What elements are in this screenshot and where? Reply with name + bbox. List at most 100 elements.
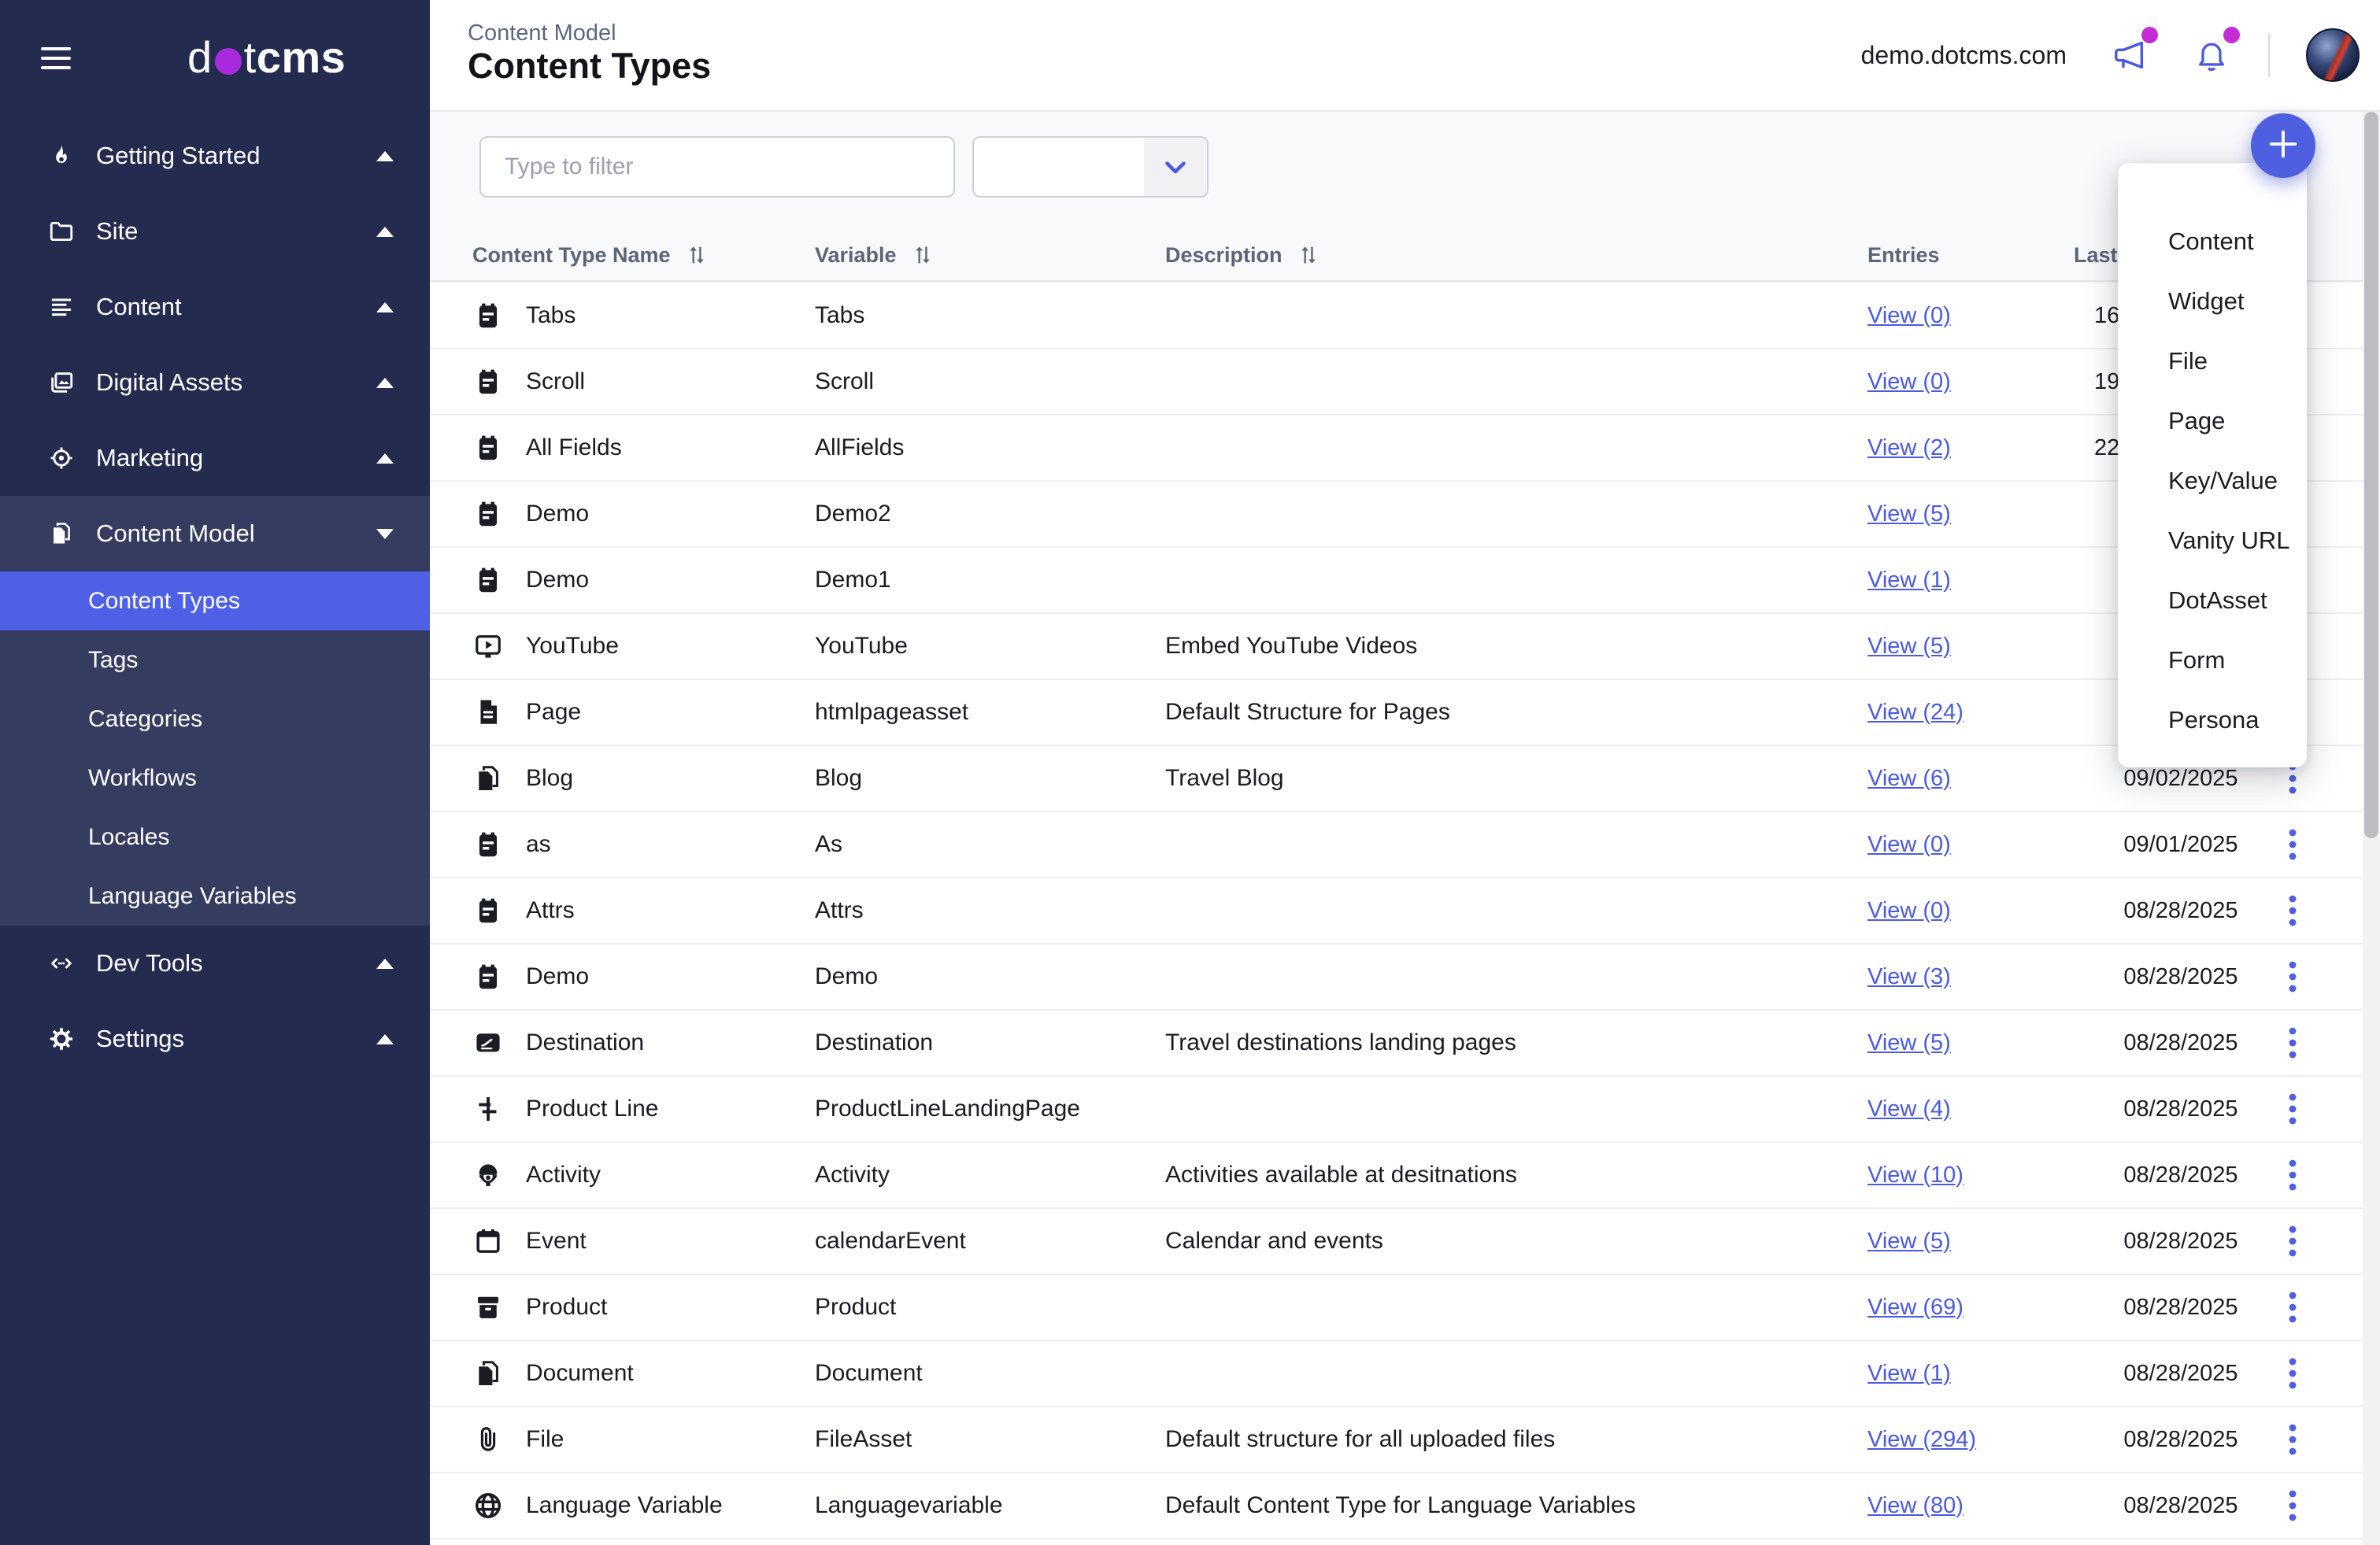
view-entries-link[interactable]: View (5): [1867, 1030, 1951, 1055]
sidebar-item-tags[interactable]: Tags: [0, 630, 430, 689]
create-menu-item-file[interactable]: File: [2118, 331, 2307, 391]
sidebar-item-workflows[interactable]: Workflows: [0, 748, 430, 808]
current-site-label[interactable]: demo.dotcms.com: [1861, 41, 2067, 70]
sidebar-item-marketing[interactable]: Marketing: [0, 420, 430, 496]
table-row[interactable]: Category Filter CategoryFilter View (1) …: [430, 1539, 2380, 1545]
table-row[interactable]: File FileAsset Default structure for all…: [430, 1407, 2380, 1473]
sidebar-item-language-variables[interactable]: Language Variables: [0, 867, 430, 926]
row-actions-kebab-icon[interactable]: [2267, 1356, 2318, 1391]
create-menu-item-widget[interactable]: Widget: [2118, 272, 2307, 331]
table-row[interactable]: Product Product View (69) 08/28/2025: [430, 1275, 2380, 1341]
create-menu-item-page[interactable]: Page: [2118, 391, 2307, 451]
account-bar: demo.dotcms.com: [1861, 0, 2360, 110]
sidebar-item-label: Settings: [96, 1025, 376, 1053]
table-row[interactable]: Product Line ProductLineLandingPage View…: [430, 1077, 2380, 1143]
view-entries-link[interactable]: View (0): [1867, 369, 1951, 394]
create-menu-item-vanity-url[interactable]: Vanity URL: [2118, 511, 2307, 571]
table-row[interactable]: Event calendarEvent Calendar and events …: [430, 1209, 2380, 1275]
table-row[interactable]: Attrs Attrs View (0) 08/28/2025: [430, 878, 2380, 944]
create-menu-item-persona[interactable]: Persona: [2118, 690, 2307, 750]
table-row[interactable]: Language Variable Languagevariable Defau…: [430, 1473, 2380, 1539]
sidebar-item-content[interactable]: Content: [0, 269, 430, 345]
view-entries-link[interactable]: View (80): [1867, 1493, 1964, 1518]
row-actions-kebab-icon[interactable]: [2267, 827, 2318, 862]
sidebar-item-content-model[interactable]: Content Model: [0, 496, 430, 571]
view-entries-link[interactable]: View (1): [1867, 567, 1951, 593]
content-type-name: Language Variable: [526, 1492, 815, 1519]
create-menu-item-key-value[interactable]: Key/Value: [2118, 451, 2307, 511]
create-menu-item-form[interactable]: Form: [2118, 630, 2307, 690]
table-row[interactable]: Scroll Scroll View (0) 19: [430, 349, 2380, 416]
view-entries-link[interactable]: View (6): [1867, 766, 1951, 791]
sidebar-item-getting-started[interactable]: Getting Started: [0, 118, 430, 194]
table-row[interactable]: Demo Demo2 View (5): [430, 482, 2380, 548]
table-row[interactable]: Demo Demo View (3) 08/28/2025: [430, 944, 2380, 1011]
menu-toggle-icon[interactable]: [41, 47, 71, 69]
view-entries-link[interactable]: View (0): [1867, 303, 1951, 328]
column-header-description[interactable]: Description: [1165, 243, 1867, 268]
table-row[interactable]: YouTube YouTube Embed YouTube Videos Vie…: [430, 614, 2380, 680]
sort-icon[interactable]: [1297, 243, 1320, 267]
view-entries-link[interactable]: View (4): [1867, 1096, 1951, 1122]
add-content-type-button[interactable]: [2251, 113, 2315, 178]
view-entries-link[interactable]: View (10): [1867, 1162, 1964, 1188]
table-row[interactable]: as As View (0) 09/01/2025: [430, 812, 2380, 878]
content-type-name: Document: [526, 1360, 815, 1387]
view-entries-link[interactable]: View (24): [1867, 700, 1964, 725]
announcements-icon[interactable]: [2111, 36, 2149, 74]
table-row[interactable]: Demo Demo1 View (1): [430, 548, 2380, 614]
view-entries-link[interactable]: View (0): [1867, 832, 1951, 857]
view-entries-link[interactable]: View (3): [1867, 964, 1951, 989]
breadcrumb[interactable]: Content Model: [468, 20, 616, 46]
column-label: Content Type Name: [472, 243, 671, 268]
sidebar-item-dev-tools[interactable]: Dev Tools: [0, 926, 430, 1001]
content-type-name: Event: [526, 1228, 815, 1255]
table-row[interactable]: Activity Activity Activities available a…: [430, 1143, 2380, 1209]
view-entries-link[interactable]: View (5): [1867, 1229, 1951, 1254]
row-actions-kebab-icon[interactable]: [2267, 1158, 2318, 1192]
create-menu-item-content[interactable]: Content: [2118, 212, 2307, 272]
sidebar-item-content-types[interactable]: Content Types: [0, 571, 430, 630]
row-actions-kebab-icon[interactable]: [2267, 959, 2318, 994]
row-actions-kebab-icon[interactable]: [2267, 893, 2318, 928]
view-entries-link[interactable]: View (5): [1867, 501, 1951, 527]
table-row[interactable]: Destination Destination Travel destinati…: [430, 1011, 2380, 1077]
sidebar-item-settings[interactable]: Settings: [0, 1001, 430, 1077]
view-entries-link[interactable]: View (1): [1867, 1361, 1951, 1386]
view-entries-link[interactable]: View (294): [1867, 1427, 1976, 1452]
notifications-bell-icon[interactable]: [2193, 36, 2230, 74]
table-row[interactable]: All Fields AllFields View (2) 22: [430, 416, 2380, 482]
view-entries-link[interactable]: View (2): [1867, 435, 1951, 460]
sort-icon[interactable]: [911, 243, 935, 267]
sidebar-item-site[interactable]: Site: [0, 194, 430, 269]
sidebar-item-locales[interactable]: Locales: [0, 808, 430, 867]
column-header-variable[interactable]: Variable: [815, 243, 1165, 268]
content-type-name: YouTube: [526, 633, 815, 660]
scrollbar-thumb[interactable]: [2364, 112, 2378, 838]
table-row[interactable]: Page htmlpageasset Default Structure for…: [430, 680, 2380, 746]
sidebar-item-digital-assets[interactable]: Digital Assets: [0, 345, 430, 420]
table-row[interactable]: Tabs Tabs View (0) 16: [430, 283, 2380, 349]
view-entries-link[interactable]: View (69): [1867, 1295, 1964, 1320]
view-entries-link[interactable]: View (0): [1867, 898, 1951, 923]
table-row[interactable]: Blog Blog Travel Blog View (6) 09/02/202…: [430, 746, 2380, 812]
sidebar-subitem-label: Workflows: [88, 765, 197, 792]
row-actions-kebab-icon[interactable]: [2267, 1290, 2318, 1325]
scrollbar[interactable]: [2363, 112, 2380, 1545]
sort-icon[interactable]: [685, 243, 709, 267]
avatar[interactable]: [2306, 28, 2360, 82]
column-header-content-type-name[interactable]: Content Type Name: [472, 243, 815, 268]
table-row[interactable]: Document Document View (1) 08/28/2025: [430, 1341, 2380, 1407]
last-edit-date: 08/28/2025: [2094, 1361, 2267, 1387]
entries-cell: View (5): [1867, 1229, 2094, 1255]
row-actions-kebab-icon[interactable]: [2267, 1224, 2318, 1259]
row-actions-kebab-icon[interactable]: [2267, 1092, 2318, 1126]
type-filter-select[interactable]: [972, 136, 1209, 198]
row-actions-kebab-icon[interactable]: [2267, 1422, 2318, 1457]
row-actions-kebab-icon[interactable]: [2267, 1026, 2318, 1060]
sidebar-item-categories[interactable]: Categories: [0, 689, 430, 748]
view-entries-link[interactable]: View (5): [1867, 634, 1951, 659]
row-actions-kebab-icon[interactable]: [2267, 1488, 2318, 1523]
create-menu-item-dotasset[interactable]: DotAsset: [2118, 571, 2307, 630]
filter-input[interactable]: [479, 136, 955, 198]
